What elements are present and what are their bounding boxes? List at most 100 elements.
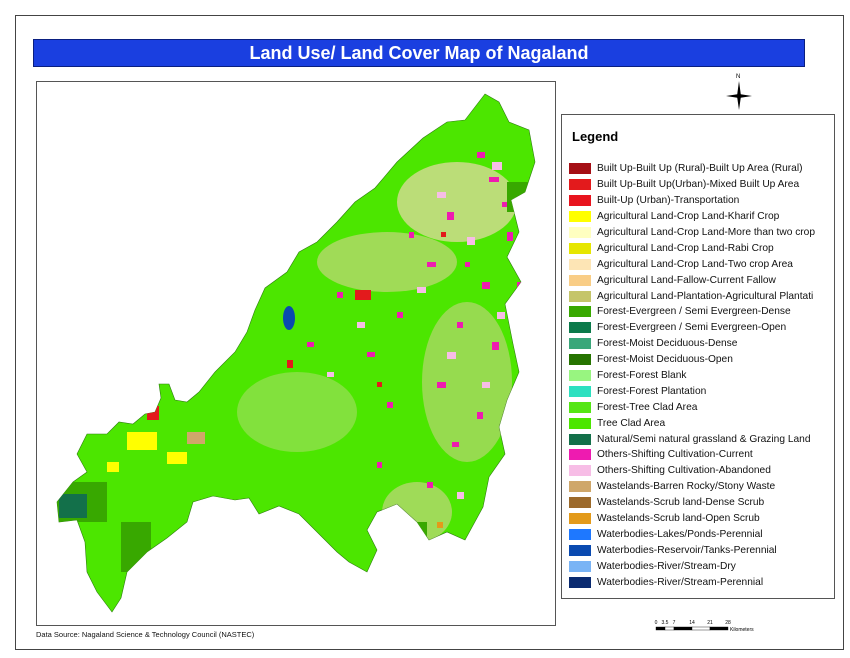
legend-label: Others-Shifting Cultivation-Abandoned <box>597 465 771 477</box>
legend-item: Waterbodies-Reservoir/Tanks-Perennial <box>569 542 834 558</box>
legend-item: Agricultural Land-Crop Land-Kharif Crop <box>569 209 834 225</box>
legend-swatch <box>569 227 591 238</box>
legend-label: Wastelands-Scrub land-Open Scrub <box>597 513 760 525</box>
map-panel <box>36 81 556 626</box>
scale-tick-label: 3.5 <box>662 620 669 626</box>
legend-item: Tree Clad Area <box>569 415 834 431</box>
legend-label: Agricultural Land-Crop Land-More than tw… <box>597 227 816 238</box>
legend-label: Waterbodies-Lakes/Ponds-Perennial <box>597 528 763 540</box>
legend-swatch <box>569 560 591 572</box>
legend-swatch <box>569 513 591 525</box>
legend-swatch <box>569 497 591 509</box>
data-source: Data Source: Nagaland Science & Technolo… <box>36 630 255 639</box>
legend-item: Forest-Forest Plantation <box>569 383 834 399</box>
scale-unit: Kilometers <box>730 627 754 633</box>
legend-item: Forest-Tree Clad Area <box>569 399 834 415</box>
legend-label: Forest-Evergreen / Semi Evergreen-Open <box>597 322 787 334</box>
map-title: Land Use/ Land Cover Map of Nagaland <box>249 42 589 63</box>
legend-item: Forest-Forest Blank <box>569 368 834 384</box>
legend-item: Built Up-Built Up(Urban)-Mixed Built Up … <box>569 177 834 193</box>
legend-swatch <box>569 528 591 540</box>
legend-swatch <box>569 481 591 493</box>
legend-swatch <box>569 401 591 413</box>
legend-label: Forest-Tree Clad Area <box>597 401 698 413</box>
legend-label: Forest-Moist Deciduous-Dense <box>597 338 738 350</box>
legend-title: Legend <box>572 129 619 144</box>
legend-item: Built-Up (Urban)-Transportation <box>569 193 834 209</box>
scale-tick-label: 0 <box>655 620 658 626</box>
legend-swatch <box>569 258 591 270</box>
legend-swatch <box>569 322 591 334</box>
legend-label: Agricultural Land-Fallow-Current Fallow <box>597 274 776 286</box>
legend-label: Natural/Semi natural grassland & Grazing… <box>597 433 811 445</box>
scale-tick-label: 21 <box>707 620 713 626</box>
scale-bar: 0 3.5 7 14 21 28 Kilometers <box>652 618 762 638</box>
legend-item: Waterbodies-Lakes/Ponds-Perennial <box>569 526 834 542</box>
north-arrow: N <box>722 74 756 114</box>
scale-segment <box>691 626 711 631</box>
legend-swatch <box>569 179 591 191</box>
legend-label: Forest-Forest Plantation <box>597 385 707 397</box>
legend-label: Wastelands-Barren Rocky/Stony Waste <box>597 481 776 493</box>
legend-item: Agricultural Land-Fallow-Current Fallow <box>569 272 834 288</box>
map-title-bar: Land Use/ Land Cover Map of Nagaland <box>33 39 805 67</box>
legend-swatch <box>569 290 591 302</box>
legend-label: Forest-Evergreen / Semi Evergreen-Dense <box>597 306 791 318</box>
scale-tick-label: 7 <box>673 620 676 626</box>
legend-list: Built Up-Built Up (Rural)-Built Up Area … <box>569 161 834 590</box>
legend-item: Agricultural Land-Crop Land-Rabi Crop <box>569 240 834 256</box>
legend-label: Waterbodies-River/Stream-Perennial <box>597 576 764 588</box>
nagaland-map <box>56 93 536 613</box>
legend-swatch <box>569 433 591 445</box>
legend-label: Others-Shifting Cultivation-Current <box>597 449 753 461</box>
legend-swatch <box>569 211 591 223</box>
legend-label: Waterbodies-Reservoir/Tanks-Perennial <box>597 544 777 556</box>
scale-segment <box>664 626 675 631</box>
legend-swatch <box>569 576 591 588</box>
legend-item: Forest-Evergreen / Semi Evergreen-Open <box>569 320 834 336</box>
legend-label: Agricultural Land-Crop Land-Kharif Crop <box>597 211 780 223</box>
legend-item: Waterbodies-River/Stream-Perennial <box>569 574 834 590</box>
legend: Legend Built Up-Built Up (Rural)-Built U… <box>561 114 835 599</box>
legend-item: Natural/Semi natural grassland & Grazing… <box>569 431 834 447</box>
legend-swatch <box>569 465 591 477</box>
legend-swatch <box>569 449 591 461</box>
legend-label: Wastelands-Scrub land-Dense Scrub <box>597 497 765 509</box>
legend-swatch <box>569 544 591 556</box>
legend-swatch <box>569 274 591 286</box>
legend-item: Forest-Moist Deciduous-Open <box>569 352 834 368</box>
legend-swatch <box>569 370 591 382</box>
legend-swatch <box>569 306 591 318</box>
legend-item: Wastelands-Barren Rocky/Stony Waste <box>569 479 834 495</box>
legend-item: Forest-Evergreen / Semi Evergreen-Dense <box>569 304 834 320</box>
legend-swatch <box>569 338 591 350</box>
legend-item: Waterbodies-River/Stream-Dry <box>569 558 834 574</box>
scale-segment <box>673 626 693 631</box>
legend-swatch <box>569 417 591 429</box>
legend-item: Forest-Moist Deciduous-Dense <box>569 336 834 352</box>
legend-label: Agricultural Land-Crop Land-Two crop Are… <box>597 258 793 270</box>
legend-swatch <box>569 354 591 366</box>
legend-label: Built Up-Built Up(Urban)-Mixed Built Up … <box>597 179 800 191</box>
legend-item: Others-Shifting Cultivation-Abandoned <box>569 463 834 479</box>
legend-swatch <box>569 163 591 175</box>
legend-label: Forest-Forest Blank <box>597 370 687 382</box>
legend-label: Forest-Moist Deciduous-Open <box>597 354 733 366</box>
legend-item: Wastelands-Scrub land-Open Scrub <box>569 511 834 527</box>
legend-swatch <box>569 242 591 254</box>
scale-segment <box>655 626 666 631</box>
legend-label: Built Up-Built Up (Rural)-Built Up Area … <box>597 163 803 175</box>
legend-item: Others-Shifting Cultivation-Current <box>569 447 834 463</box>
legend-label: Agricultural Land-Crop Land-Rabi Crop <box>597 242 774 254</box>
legend-label: Agricultural Land-Plantation-Agricultura… <box>597 290 814 302</box>
legend-item: Agricultural Land-Crop Land-More than tw… <box>569 225 834 241</box>
scale-segment <box>709 626 729 631</box>
legend-label: Built-Up (Urban)-Transportation <box>597 195 740 207</box>
legend-label: Waterbodies-River/Stream-Dry <box>597 560 736 572</box>
legend-item: Agricultural Land-Plantation-Agricultura… <box>569 288 834 304</box>
scale-tick-label: 28 <box>725 620 731 626</box>
legend-swatch <box>569 195 591 207</box>
legend-label: Tree Clad Area <box>597 417 666 429</box>
scale-tick-label: 14 <box>689 620 695 626</box>
scale-bar-graphic: 0 3.5 7 14 21 28Kilometers <box>655 620 755 633</box>
